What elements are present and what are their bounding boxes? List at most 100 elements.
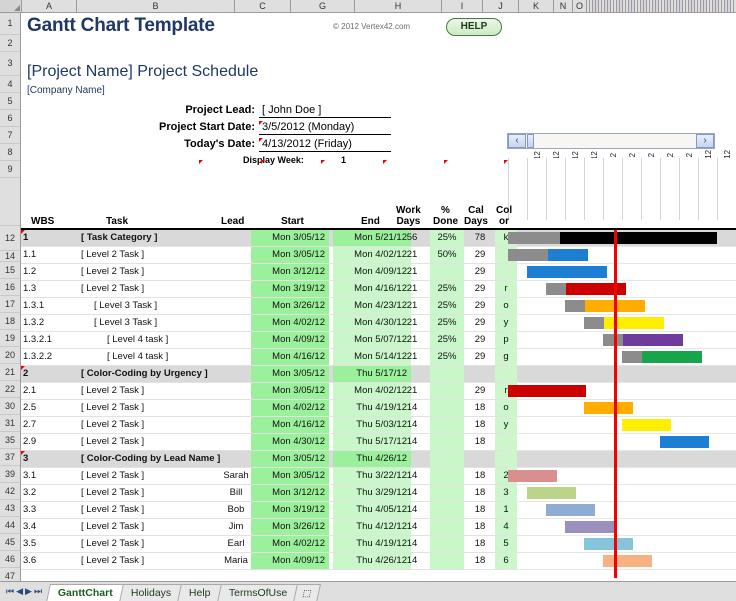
cell-start[interactable]: Mon 4/02/12 bbox=[251, 400, 329, 416]
cell-wbs[interactable]: 1.3.2 bbox=[23, 315, 71, 331]
cell-wbs[interactable]: 3.4 bbox=[23, 519, 71, 535]
cell-task[interactable]: [ Level 4 task ] bbox=[73, 349, 223, 365]
cell-task[interactable]: [ Level 2 Task ] bbox=[73, 417, 223, 433]
display-week-value[interactable]: 1 bbox=[341, 155, 346, 165]
cell-start[interactable]: Mon 3/12/12 bbox=[251, 485, 329, 501]
cell-task[interactable]: [ Level 2 Task ] bbox=[73, 247, 223, 263]
cell-task[interactable]: [ Task Category ] bbox=[73, 230, 223, 246]
sheet-nav-last-icon[interactable]: ⏭ bbox=[34, 586, 42, 597]
cell-cal[interactable]: 29 bbox=[465, 298, 495, 314]
cell-task[interactable]: [ Level 2 Task ] bbox=[73, 553, 223, 569]
row-number-19[interactable]: 19 bbox=[0, 330, 20, 347]
cell-wbs[interactable]: 2 bbox=[23, 366, 71, 382]
sheet-tab-termsofuse[interactable]: TermsOfUse bbox=[216, 583, 300, 601]
column-header-lead[interactable]: Lead bbox=[221, 216, 244, 227]
cell-wbs[interactable]: 2.9 bbox=[23, 434, 71, 450]
cell-done[interactable]: 25% bbox=[430, 298, 464, 314]
cell-done[interactable] bbox=[430, 366, 464, 382]
row-number-17[interactable]: 17 bbox=[0, 296, 20, 313]
row-number-45[interactable]: 45 bbox=[0, 534, 20, 551]
column-header-task[interactable]: Task bbox=[106, 216, 128, 227]
cell-cal[interactable]: 18 bbox=[465, 553, 495, 569]
cell-task[interactable]: [ Level 3 Task ] bbox=[73, 298, 223, 314]
cell-wbs[interactable]: 1.2 bbox=[23, 264, 71, 280]
cell-task[interactable]: [ Level 2 Task ] bbox=[73, 264, 223, 280]
cell-start[interactable]: Mon 3/05/12 bbox=[251, 451, 329, 467]
cell-start[interactable]: Mon 3/05/12 bbox=[251, 247, 329, 263]
cell-task[interactable]: [ Level 4 task ] bbox=[73, 332, 223, 348]
cell-done[interactable]: 25% bbox=[430, 349, 464, 365]
cell-cal[interactable]: 18 bbox=[465, 434, 495, 450]
cell-cal[interactable]: 29 bbox=[465, 383, 495, 399]
cell-wbs[interactable]: 2.1 bbox=[23, 383, 71, 399]
cell-start[interactable]: Mon 4/16/12 bbox=[251, 349, 329, 365]
row-number-3[interactable]: 3 bbox=[0, 52, 20, 76]
row-number-44[interactable]: 44 bbox=[0, 517, 20, 534]
column-header-cal-days[interactable]: Cal Days bbox=[464, 205, 488, 227]
cell-start[interactable]: Mon 3/19/12 bbox=[251, 281, 329, 297]
row-number-gutter[interactable]: 1 2 3 4 5 6 7 8 9 12 14 15 16 17 18 19 20 21 22 30 31 35 37 39 4… bbox=[0, 13, 21, 601]
cell-done[interactable] bbox=[430, 264, 464, 280]
row-number-35[interactable]: 35 bbox=[0, 432, 20, 449]
row-number-4[interactable]: 4 bbox=[0, 76, 20, 93]
cell-work[interactable]: 14 bbox=[395, 502, 429, 518]
cell-cal[interactable]: 29 bbox=[465, 315, 495, 331]
cell-task[interactable]: [ Level 2 Task ] bbox=[73, 468, 223, 484]
cell-cal[interactable] bbox=[465, 366, 495, 382]
cell-start[interactable]: Mon 3/26/12 bbox=[251, 519, 329, 535]
row-number-39[interactable]: 39 bbox=[0, 466, 20, 483]
row-number-37[interactable]: 37 bbox=[0, 449, 20, 466]
cell-work[interactable]: 14 bbox=[395, 536, 429, 552]
cell-done[interactable] bbox=[430, 468, 464, 484]
row-number-1[interactable]: 1 bbox=[0, 13, 20, 35]
cell-task[interactable]: [ Level 2 Task ] bbox=[73, 434, 223, 450]
cell-cal[interactable]: 18 bbox=[465, 536, 495, 552]
cell-cal[interactable]: 18 bbox=[465, 400, 495, 416]
cell-start[interactable]: Mon 3/05/12 bbox=[251, 468, 329, 484]
cell-wbs[interactable]: 1.3 bbox=[23, 281, 71, 297]
cell-work[interactable]: 14 bbox=[395, 468, 429, 484]
row-number-12[interactable]: 12 bbox=[0, 226, 20, 251]
row-number-22[interactable]: 22 bbox=[0, 381, 20, 398]
cell-task[interactable]: [ Level 2 Task ] bbox=[73, 400, 223, 416]
cell-start[interactable]: Mon 3/05/12 bbox=[251, 230, 329, 246]
row-number-6[interactable]: 6 bbox=[0, 110, 20, 127]
sheet-nav-arrows[interactable]: ⏮ ◀ ▶ ⏭ bbox=[0, 586, 48, 597]
cell-start[interactable]: Mon 4/30/12 bbox=[251, 434, 329, 450]
cell-start[interactable]: Mon 4/02/12 bbox=[251, 536, 329, 552]
column-header-work-days[interactable]: Work Days bbox=[396, 205, 421, 227]
column-header-I[interactable]: I bbox=[442, 0, 483, 12]
cell-work[interactable]: 21 bbox=[395, 315, 429, 331]
cell-wbs[interactable]: 3.3 bbox=[23, 502, 71, 518]
cell-work[interactable]: 14 bbox=[395, 553, 429, 569]
cell-done[interactable] bbox=[430, 434, 464, 450]
cell-task[interactable]: [ Level 2 Task ] bbox=[73, 281, 223, 297]
cell-start[interactable]: Mon 3/12/12 bbox=[251, 264, 329, 280]
row-number-42[interactable]: 42 bbox=[0, 483, 20, 500]
cell-done[interactable] bbox=[430, 485, 464, 501]
sheet-nav-first-icon[interactable]: ⏮ bbox=[6, 586, 14, 597]
sheet-tab-help[interactable]: Help bbox=[177, 583, 223, 601]
cell-work[interactable]: 21 bbox=[395, 349, 429, 365]
column-header-G[interactable]: G bbox=[291, 0, 355, 12]
cell-wbs[interactable]: 3.2 bbox=[23, 485, 71, 501]
cell-cal[interactable]: 18 bbox=[465, 485, 495, 501]
cell-cal[interactable]: 18 bbox=[465, 417, 495, 433]
row-number-5[interactable]: 5 bbox=[0, 93, 20, 110]
cell-work[interactable] bbox=[395, 451, 429, 467]
cell-wbs[interactable]: 2.7 bbox=[23, 417, 71, 433]
cell-start[interactable]: Mon 4/09/12 bbox=[251, 553, 329, 569]
column-header-A[interactable]: A bbox=[22, 0, 77, 12]
cell-start[interactable]: Mon 4/16/12 bbox=[251, 417, 329, 433]
cell-wbs[interactable]: 2.5 bbox=[23, 400, 71, 416]
cell-start[interactable]: Mon 3/19/12 bbox=[251, 502, 329, 518]
cell-done[interactable]: 25% bbox=[430, 230, 464, 246]
cell-task[interactable]: [ Level 2 Task ] bbox=[73, 502, 223, 518]
column-header--done[interactable]: % Done bbox=[433, 205, 458, 227]
cell-cal[interactable]: 78 bbox=[465, 230, 495, 246]
cell-work[interactable]: 14 bbox=[395, 417, 429, 433]
cell-work[interactable] bbox=[395, 366, 429, 382]
cell-start[interactable]: Mon 4/02/12 bbox=[251, 315, 329, 331]
cell-task[interactable]: [ Color-Coding by Urgency ] bbox=[73, 366, 223, 382]
cell-done[interactable]: 50% bbox=[430, 247, 464, 263]
